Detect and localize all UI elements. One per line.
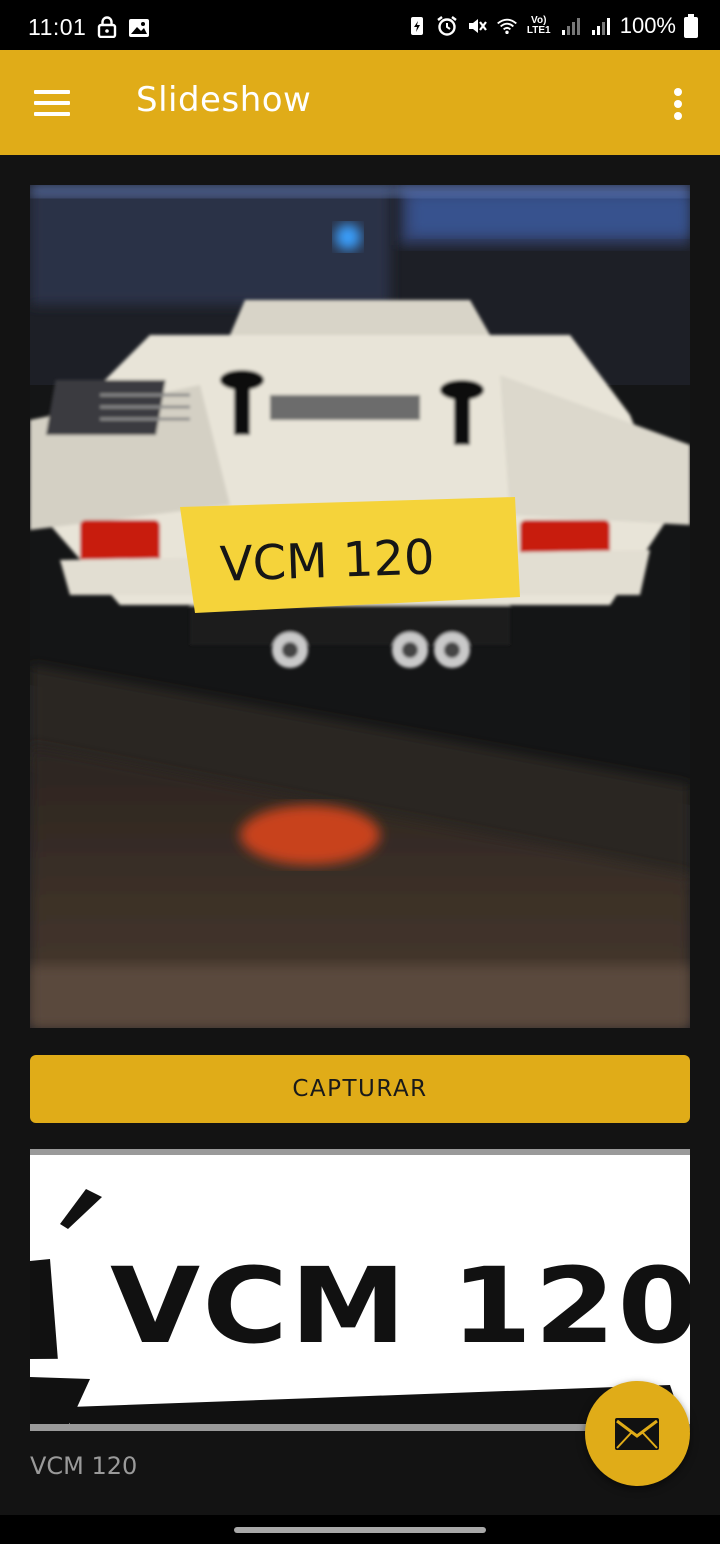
- vibrate-mute-icon: [468, 19, 487, 33]
- capture-button[interactable]: CAPTURAR: [30, 1055, 690, 1123]
- processed-plate-image: VCM 120: [30, 1149, 690, 1431]
- more-vert-icon-dot: [674, 112, 682, 120]
- lock-icon: [97, 16, 117, 38]
- more-vert-icon-dot: [674, 100, 682, 108]
- wifi-icon: [496, 18, 517, 35]
- volte-indicator: Vo) LTE1: [526, 15, 551, 36]
- battery-saver-icon: [410, 17, 423, 35]
- hamburger-icon-bar: [34, 101, 70, 105]
- more-options-button[interactable]: [670, 86, 686, 122]
- processed-plate-text: VCM 120: [110, 1245, 690, 1367]
- photo-plate-text: VCM 120: [219, 529, 435, 592]
- battery-icon: [684, 14, 698, 38]
- status-bar: 11:01 Vo) LTE1 100%: [0, 0, 720, 50]
- status-icons: Vo) LTE1 100%: [406, 13, 698, 38]
- signal-1-icon: [561, 18, 580, 35]
- navigation-bar: [0, 1515, 720, 1544]
- more-vert-icon: [674, 88, 682, 96]
- page-title: Slideshow: [136, 80, 312, 120]
- app-bar: Slideshow: [0, 50, 720, 155]
- hamburger-icon-bar: [34, 112, 70, 116]
- hamburger-icon: [34, 90, 70, 94]
- signal-2-icon: [591, 18, 610, 35]
- battery-percent: 100%: [619, 13, 676, 38]
- menu-button[interactable]: [34, 90, 72, 118]
- send-mail-button[interactable]: [585, 1381, 690, 1486]
- recognized-plate-text: VCM 120: [30, 1452, 138, 1480]
- alarm-icon: [436, 16, 457, 36]
- status-time: 11:01: [28, 14, 87, 40]
- mail-icon: [615, 1418, 659, 1450]
- camera-preview-image: VCM 120: [30, 185, 690, 1028]
- home-gesture-handle[interactable]: [234, 1527, 486, 1533]
- image-notification-icon: [129, 19, 149, 37]
